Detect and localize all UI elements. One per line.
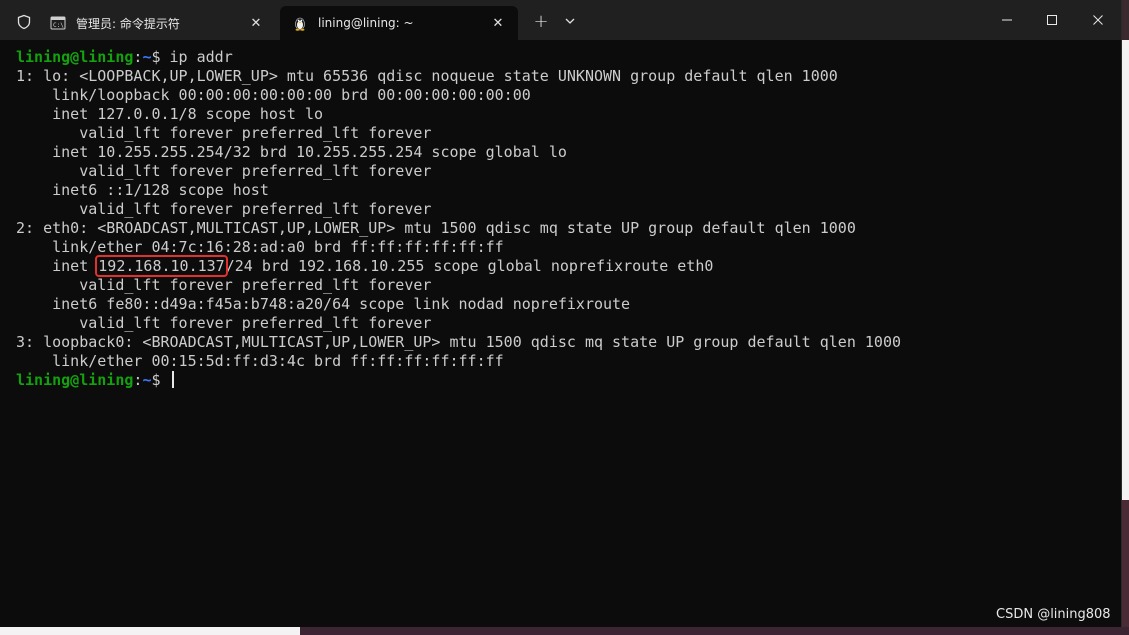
close-button[interactable] [1075, 0, 1121, 40]
watermark: CSDN @lining808 [996, 607, 1111, 622]
output-line: inet 10.255.255.254/32 brd 10.255.255.25… [16, 143, 567, 161]
titlebar: C:\ 管理员: 命令提示符 ✕ lining@lining: ~ ✕ + [0, 0, 1121, 40]
linux-tux-icon [295, 17, 305, 31]
command-text: ip addr [160, 48, 233, 66]
close-icon [1093, 15, 1103, 25]
minimize-icon [1002, 19, 1012, 21]
output-line: valid_lft forever preferred_lft forever [16, 200, 432, 218]
minimize-button[interactable] [984, 0, 1030, 40]
chevron-down-icon [565, 18, 575, 24]
output-line: link/ether 04:7c:16:28:ad:a0 brd ff:ff:f… [16, 238, 504, 256]
terminal-output: lining@lining:~$ ip addr 1: lo: <LOOPBACK… [16, 48, 901, 390]
output-line: valid_lft forever preferred_lft forever [16, 124, 432, 142]
prompt-line: lining@lining:~$ [16, 371, 901, 390]
output-line: valid_lft forever preferred_lft forever [16, 276, 432, 294]
svg-text:C:\: C:\ [53, 22, 64, 29]
tab-label: lining@lining: ~ [318, 16, 414, 30]
prompt-user: lining@lining [16, 371, 134, 389]
maximize-icon [1047, 15, 1057, 25]
prompt-user: lining@lining [16, 48, 134, 66]
prompt-line: lining@lining:~$ ip addr [16, 48, 901, 67]
terminal-area[interactable]: lining@lining:~$ ip addr 1: lo: <LOOPBACK… [0, 40, 1121, 627]
background-window-right [1121, 40, 1129, 635]
output-line: inet6 ::1/128 scope host [16, 181, 269, 199]
tab-linux-shell[interactable]: lining@lining: ~ ✕ [280, 6, 518, 40]
output-line: 2: eth0: <BROADCAST,MULTICAST,UP,LOWER_U… [16, 219, 856, 237]
tab-close-icon[interactable]: ✕ [248, 15, 264, 31]
line-suffix: /24 brd 192.168.10.255 scope global nopr… [225, 257, 714, 275]
output-line-highlighted: inet 192.168.10.137/24 brd 192.168.10.25… [16, 255, 901, 277]
output-line: valid_lft forever preferred_lft forever [16, 314, 432, 332]
line-prefix: inet [16, 257, 98, 275]
output-line: inet6 fe80::d49a:f45a:b748:a20/64 scope … [16, 295, 631, 313]
prompt-symbol: $ [151, 371, 161, 389]
terminal-window: C:\ 管理员: 命令提示符 ✕ lining@lining: ~ ✕ + li… [0, 0, 1122, 627]
background-desktop-bottom [0, 627, 1129, 635]
tab-command-prompt[interactable]: C:\ 管理员: 命令提示符 ✕ [38, 6, 276, 40]
text-cursor [171, 371, 174, 388]
output-line: valid_lft forever preferred_lft forever [16, 162, 432, 180]
shield-icon [17, 14, 31, 30]
tab-close-icon[interactable]: ✕ [490, 15, 506, 31]
prompt-symbol: $ [151, 48, 161, 66]
output-line: 1: lo: <LOOPBACK,UP,LOWER_UP> mtu 65536 … [16, 67, 838, 85]
output-line: link/loopback 00:00:00:00:00:00 brd 00:0… [16, 86, 531, 104]
cmd-icon: C:\ [50, 16, 66, 30]
new-tab-button[interactable]: + [530, 10, 552, 32]
tab-dropdown-button[interactable] [559, 10, 581, 32]
output-line: inet 127.0.0.1/8 scope host lo [16, 105, 324, 123]
highlighted-ip-address: 192.168.10.137 [95, 255, 228, 277]
output-line: link/ether 00:15:5d:ff:d3:4c brd ff:ff:f… [16, 352, 504, 370]
tab-label: 管理员: 命令提示符 [76, 16, 180, 31]
output-line: 3: loopback0: <BROADCAST,MULTICAST,UP,LO… [16, 333, 902, 351]
maximize-button[interactable] [1029, 0, 1075, 40]
